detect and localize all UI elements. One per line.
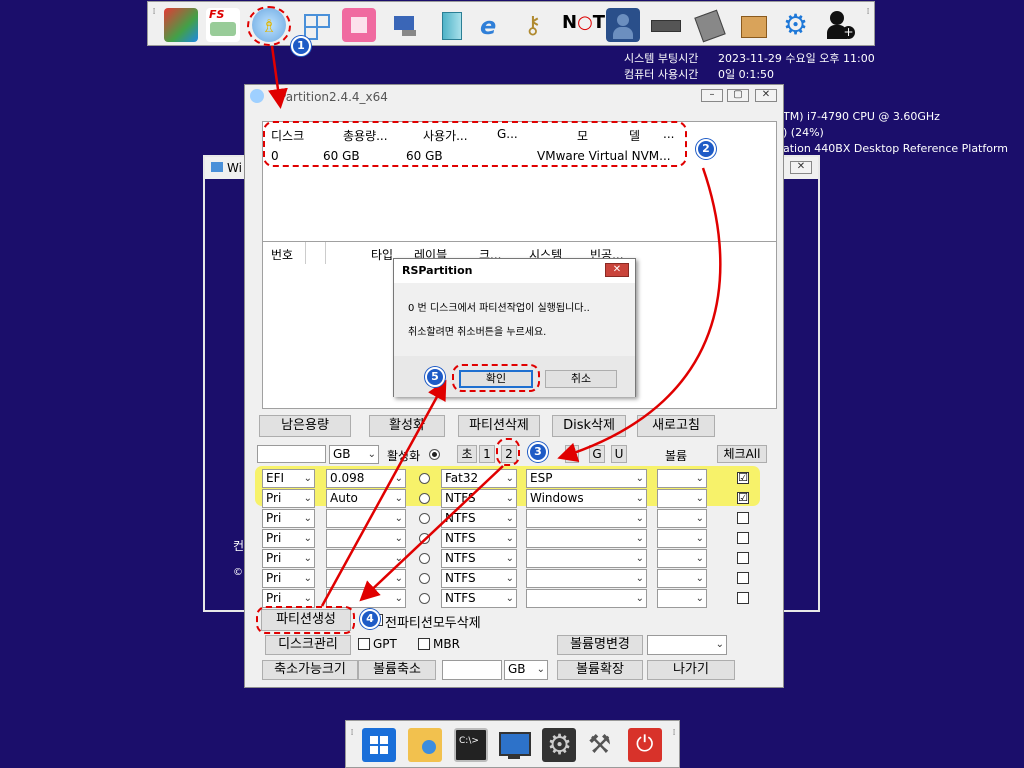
step-badge-3: 3 bbox=[528, 442, 548, 462]
arrow-2 bbox=[557, 167, 722, 462]
annotation-arrows bbox=[268, 45, 722, 607]
step-badge-1: 1 bbox=[291, 36, 311, 56]
arrow-4 bbox=[320, 379, 447, 607]
step-badge-2: 2 bbox=[696, 139, 716, 159]
arrow-1 bbox=[268, 45, 288, 109]
arrow-3 bbox=[359, 465, 504, 602]
step-badge-4: 4 bbox=[360, 609, 380, 629]
step-badge-5: 5 bbox=[425, 367, 445, 387]
